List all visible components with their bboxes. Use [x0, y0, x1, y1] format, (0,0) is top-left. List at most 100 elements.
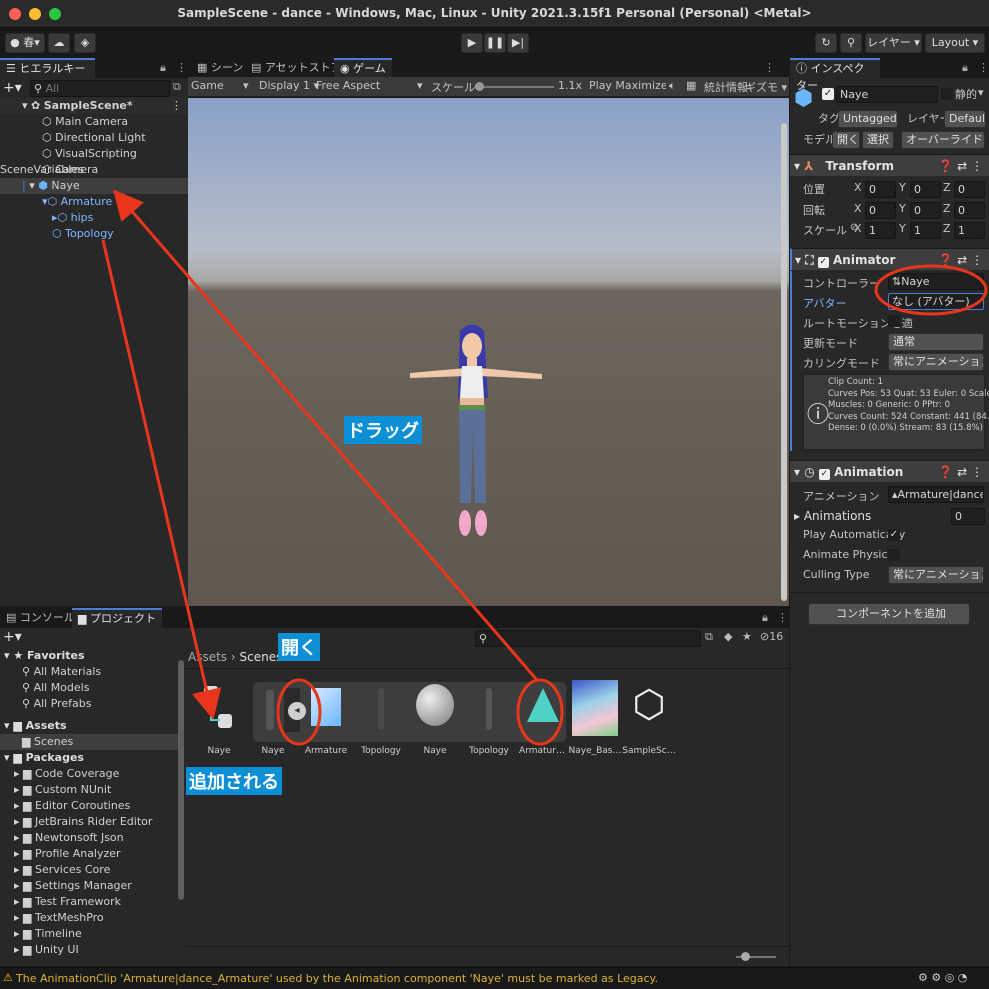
open-model-button[interactable]: 開く: [832, 131, 860, 149]
tab-asset-store[interactable]: ▤ アセットストア: [245, 58, 348, 78]
layers-dropdown[interactable]: レイヤー ▾: [865, 33, 922, 53]
hierarchy-item-camera[interactable]: ⬡ Camera: [0, 162, 188, 178]
play-mode-dropdown[interactable]: Play Maximized ▾: [589, 79, 666, 92]
position-y-field[interactable]: 0: [910, 181, 941, 198]
tab-hierarchy[interactable]: ☰ ヒエラルキー: [0, 58, 95, 78]
scale-slider-track[interactable]: [474, 86, 554, 88]
axis-label[interactable]: Y: [899, 181, 906, 194]
package-folder[interactable]: ▸ ▆ Test Framework: [0, 894, 178, 910]
animator-controller-asset[interactable]: Naye: [192, 680, 246, 766]
add-component-button[interactable]: コンポーネントを追加: [808, 603, 970, 625]
model-asset[interactable]: Naye: [246, 680, 300, 766]
more-menu-icon[interactable]: ⋮: [777, 611, 788, 624]
filter-label-icon[interactable]: ◆: [724, 630, 732, 643]
package-folder[interactable]: ▸ ▆ Profile Analyzer: [0, 846, 178, 862]
hierarchy-item-visualscripting[interactable]: ⬡ VisualScripting SceneVariables: [0, 146, 188, 176]
position-z-field[interactable]: 0: [954, 181, 985, 198]
favorite-item[interactable]: ⚲ All Prefabs: [0, 696, 178, 712]
package-folder[interactable]: ▸ ▆ JetBrains Rider Editor: [0, 814, 178, 830]
select-model-button[interactable]: 選択: [862, 131, 894, 149]
more-menu-icon[interactable]: ⋮: [978, 61, 989, 74]
add-object-button[interactable]: +▾: [3, 80, 22, 96]
game-viewport[interactable]: [188, 98, 789, 606]
folder-scenes[interactable]: ▆ Scenes: [0, 734, 178, 750]
tab-inspector[interactable]: ⓘ インスペクター: [790, 58, 880, 92]
object-name-field[interactable]: Naye: [836, 86, 938, 103]
update-mode-dropdown[interactable]: 通常: [888, 333, 984, 351]
hierarchy-filter-icon[interactable]: ⧉: [173, 80, 181, 94]
culling-type-dropdown[interactable]: 常にアニメーション化: [888, 566, 984, 584]
hierarchy-item-hips[interactable]: ▸⬡ hips: [0, 210, 188, 226]
animator-header[interactable]: ▾ ⛶ ✓ Animator ❓ ⇄ ⋮: [790, 248, 989, 270]
axis-label[interactable]: X: [854, 202, 862, 215]
animate-physics-checkbox[interactable]: [888, 549, 900, 561]
layout-dropdown[interactable]: Layout ▾: [925, 33, 985, 53]
history-button[interactable]: ↻: [815, 33, 837, 53]
grid-icon[interactable]: ▦: [686, 79, 696, 92]
axis-label[interactable]: Y: [899, 222, 906, 235]
rotation-x-field[interactable]: 0: [865, 202, 896, 219]
tab-project[interactable]: ▆ プロジェクト: [72, 608, 162, 628]
hidden-packages-toggle[interactable]: ⊘16: [760, 630, 783, 643]
axis-label[interactable]: Z: [943, 202, 951, 215]
more-menu-icon[interactable]: ⋮: [171, 98, 182, 114]
material-asset[interactable]: Naye: [408, 680, 462, 766]
mesh-asset[interactable]: Topology: [462, 680, 516, 766]
animator-enabled-checkbox[interactable]: ✓: [817, 257, 829, 268]
viewport-scrollbar[interactable]: [781, 123, 787, 601]
step-button[interactable]: ▶|: [507, 33, 529, 53]
more-menu-icon[interactable]: ⋮: [176, 61, 187, 74]
axis-label[interactable]: X: [854, 222, 862, 235]
axis-label[interactable]: Z: [943, 181, 951, 194]
tab-game[interactable]: ◉ ゲーム: [334, 58, 392, 78]
more-menu-icon[interactable]: ⋮: [764, 61, 775, 74]
lock-icon[interactable]: 🔒︎: [160, 61, 166, 75]
hierarchy-item-armature[interactable]: ▾⬡ Armature: [0, 194, 188, 210]
status-bar[interactable]: ⚠ The AnimationClip 'Armature|dance_Arma…: [0, 967, 989, 989]
hierarchy-item-naye[interactable]: | ▾ ⬢ Naye: [0, 178, 188, 194]
root-motion-checkbox[interactable]: [888, 315, 900, 327]
package-folder[interactable]: ▸ ▆ Timeline: [0, 926, 178, 942]
prefab-mesh-asset[interactable]: Armature: [299, 680, 353, 766]
package-folder[interactable]: ▸ ▆ Settings Manager: [0, 878, 178, 894]
tree-scrollbar[interactable]: [178, 660, 184, 900]
zoom-slider-thumb[interactable]: [741, 952, 750, 961]
component-menu-icons[interactable]: ❓ ⇄ ⋮: [938, 249, 983, 271]
collapse-arrow-button[interactable]: ◂: [288, 702, 306, 720]
gizmos-dropdown[interactable]: ギズモ ▾: [745, 79, 787, 95]
breadcrumb-root[interactable]: Assets: [188, 650, 227, 664]
packages-foldout[interactable]: ▾ ▆ Packages: [4, 750, 178, 766]
animation-enabled-checkbox[interactable]: ✓: [818, 469, 830, 480]
status-icons[interactable]: ⚙ ⚙ ◎ ◔: [918, 971, 967, 984]
package-folder[interactable]: ▸ ▆ TextMeshPro: [0, 910, 178, 926]
controller-field[interactable]: ⇅Naye: [888, 273, 984, 290]
filter-type-icon[interactable]: ⧉: [705, 630, 713, 644]
game-mode-dropdown[interactable]: Game: [191, 79, 251, 92]
hierarchy-item-topology[interactable]: ⬡ Topology: [0, 226, 188, 242]
package-folder[interactable]: ▸ ▆ Newtonsoft Json: [0, 830, 178, 846]
create-asset-button[interactable]: +▾: [3, 629, 22, 645]
search-button[interactable]: ⚲: [840, 33, 862, 53]
static-checkbox[interactable]: [941, 88, 953, 100]
overrides-dropdown[interactable]: オーバーライド ▾: [901, 131, 985, 149]
animation-clip-field[interactable]: ▴Armature|dance_: [888, 486, 984, 503]
axis-label[interactable]: Y: [899, 202, 906, 215]
play-auto-checkbox[interactable]: ✓: [888, 529, 900, 541]
avatar-field[interactable]: なし (アバター): [888, 293, 984, 310]
animation-header[interactable]: ▾ ◷ ✓ Animation ❓ ⇄ ⋮: [790, 460, 989, 482]
component-menu-icons[interactable]: ❓ ⇄ ⋮: [938, 461, 983, 483]
hierarchy-item-main-camera[interactable]: ⬡ Main Camera: [0, 114, 188, 130]
animations-foldout[interactable]: ▸ Animations: [794, 509, 871, 523]
aspect-dropdown[interactable]: Free Aspect: [316, 79, 426, 92]
hierarchy-scene-row[interactable]: ▾ ✿ SampleScene* ⋮: [0, 98, 188, 114]
rotation-y-field[interactable]: 0: [910, 202, 941, 219]
pause-button[interactable]: ❚❚: [484, 33, 506, 53]
favorite-item[interactable]: ⚲ All Models: [0, 680, 178, 696]
animation-clip-asset[interactable]: Armatur…: [515, 680, 569, 766]
hierarchy-item-directional-light[interactable]: ⬡ Directional Light: [0, 130, 188, 146]
package-folder[interactable]: ▸ ▆ Code Coverage: [0, 766, 178, 782]
transform-header[interactable]: ▾ ⅄ Transform ❓ ⇄ ⋮: [790, 154, 989, 176]
axis-label[interactable]: Z: [943, 222, 951, 235]
scale-x-field[interactable]: 1: [865, 222, 896, 239]
texture-asset[interactable]: Naye_Bas…: [568, 680, 622, 766]
